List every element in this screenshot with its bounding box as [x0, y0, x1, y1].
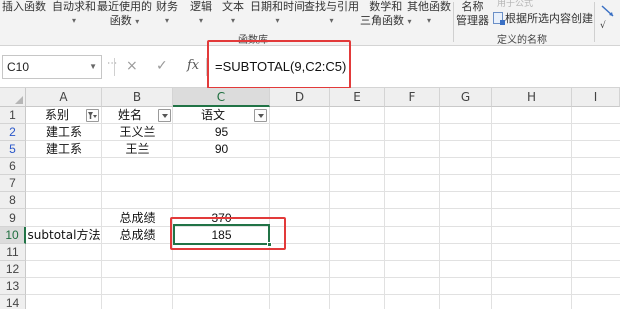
more-functions-label: 其他函数	[407, 0, 451, 13]
text-dropdown-icon: ▾	[230, 16, 235, 25]
create-from-selection-button[interactable]: 根据所选内容创建	[493, 10, 593, 26]
formula-annotation-box	[207, 40, 351, 89]
ribbon-divider	[594, 2, 595, 42]
autosum-label: 自动求和	[52, 0, 96, 13]
cell-a5[interactable]: 建工系	[26, 141, 102, 158]
row-header-10[interactable]: 10	[0, 227, 26, 244]
more-functions-button[interactable]: 其他函数 ▾	[407, 0, 451, 28]
gridline	[26, 191, 620, 192]
autosum-button[interactable]: 自动求和 ▾	[52, 0, 96, 28]
cell-b10[interactable]: 总成绩	[102, 227, 173, 244]
logical-button[interactable]: 逻辑 ▾	[190, 0, 212, 28]
lookup-reference-label: 查找与引用	[304, 0, 359, 13]
column-header-d[interactable]: D	[270, 88, 330, 107]
svg-text:√: √	[600, 20, 606, 30]
date-time-button[interactable]: 日期和时间 ▾	[250, 0, 305, 28]
name-box-dropdown-icon[interactable]: ▼	[89, 56, 97, 78]
column-header-f[interactable]: F	[385, 88, 440, 107]
row-header-11[interactable]: 11	[0, 244, 26, 261]
ribbon-divider	[453, 2, 454, 42]
gridline	[26, 174, 620, 175]
cell-b1[interactable]: 姓名	[102, 107, 158, 124]
row-header-12[interactable]: 12	[0, 261, 26, 278]
cell-a10[interactable]: subtotal方法	[26, 227, 102, 244]
row-header-2[interactable]: 2	[0, 124, 26, 141]
row-header-1[interactable]: 1	[0, 107, 26, 124]
gridline	[26, 294, 620, 295]
logical-label: 逻辑	[190, 0, 212, 13]
gridline	[26, 260, 620, 261]
formula-bar: C10 ▼ ⋮ × ✓ fx =SUBTOTAL(9,C2:C5)	[0, 40, 620, 89]
column-header-i[interactable]: I	[572, 88, 620, 107]
recently-used-label-2: 函数	[109, 14, 132, 27]
financial-label: 财务	[156, 0, 178, 13]
formula-bar-resize-handle[interactable]: ⋮	[106, 58, 117, 67]
select-all-corner[interactable]	[0, 88, 26, 107]
math-trig-label: 数学和	[369, 0, 403, 13]
math-trig-label-2: 三角函数	[360, 14, 404, 27]
filter-dropdown-icon[interactable]	[254, 109, 267, 122]
name-manager-button[interactable]: 名称 管理器	[456, 0, 489, 28]
cancel-icon[interactable]: ×	[126, 58, 138, 74]
logical-dropdown-icon: ▾	[198, 16, 203, 25]
spreadsheet-grid: A B C D E F G H I 1 2 5 6 7 8 9 10 11 12…	[0, 88, 620, 309]
text-label: 文本	[222, 0, 244, 13]
cell-c5[interactable]: 90	[173, 141, 270, 158]
create-from-selection-label: 根据所选内容创建	[505, 12, 593, 25]
financial-button[interactable]: 财务 ▾	[156, 0, 178, 28]
cell-b5[interactable]: 王兰	[102, 141, 173, 158]
row-header-14[interactable]: 14	[0, 295, 26, 309]
row-header-5[interactable]: 5	[0, 141, 26, 158]
cell-a2[interactable]: 建工系	[26, 124, 102, 141]
column-header-e[interactable]: E	[330, 88, 385, 107]
filter-dropdown-icon[interactable]	[158, 109, 171, 122]
name-box[interactable]: C10 ▼	[2, 55, 102, 79]
row-header-9[interactable]: 9	[0, 209, 26, 227]
lookup-reference-button[interactable]: 查找与引用 ▾	[304, 0, 359, 28]
column-header-g[interactable]: G	[440, 88, 492, 107]
text-button[interactable]: 文本 ▾	[222, 0, 244, 28]
filter-applied-icon[interactable]	[86, 109, 99, 122]
row-header-8[interactable]: 8	[0, 192, 26, 209]
more-functions-dropdown-icon: ▾	[426, 16, 431, 25]
name-box-value: C10	[7, 60, 30, 74]
recently-used-button[interactable]: 最近使用的 函数 ▾	[97, 0, 152, 29]
recently-used-dropdown-icon: ▾	[135, 17, 140, 26]
use-in-formula-ghost-label: 用于公式	[497, 0, 534, 9]
trace-precedents-icon[interactable]: √	[598, 0, 620, 31]
name-manager-label: 名称	[461, 0, 484, 13]
math-trig-button[interactable]: 数学和 三角函数 ▾	[360, 0, 412, 29]
lookup-reference-dropdown-icon: ▾	[329, 16, 334, 25]
enter-icon[interactable]: ✓	[156, 58, 168, 74]
defined-names-group-label: 定义的名称	[497, 35, 547, 46]
cell-b2[interactable]: 王义兰	[102, 124, 173, 141]
insert-function-fx-icon[interactable]: fx	[187, 58, 199, 73]
autosum-dropdown-icon: ▾	[71, 16, 76, 25]
column-header-a[interactable]: A	[26, 88, 102, 107]
result-annotation-box	[170, 217, 286, 250]
cell-c1[interactable]: 语文	[173, 107, 253, 124]
recently-used-label: 最近使用的	[97, 0, 152, 13]
column-header-b[interactable]: B	[102, 88, 173, 107]
insert-function-label: 插入函数	[2, 0, 46, 13]
row-header-13[interactable]: 13	[0, 278, 26, 295]
name-manager-label-2: 管理器	[456, 14, 489, 27]
financial-dropdown-icon: ▾	[164, 16, 169, 25]
date-time-label: 日期和时间	[250, 0, 305, 13]
gridline	[26, 277, 620, 278]
column-header-c[interactable]: C	[173, 88, 270, 107]
cell-c2[interactable]: 95	[173, 124, 270, 141]
cell-a1[interactable]: 系别	[26, 107, 88, 124]
cell-b9[interactable]: 总成绩	[102, 209, 173, 227]
column-header-h[interactable]: H	[492, 88, 572, 107]
create-from-selection-icon	[493, 12, 505, 25]
formula-bar-divider	[114, 58, 115, 76]
row-header-7[interactable]: 7	[0, 175, 26, 192]
insert-function-button[interactable]: 插入函数	[2, 0, 46, 14]
date-time-dropdown-icon: ▾	[275, 16, 280, 25]
row-header-6[interactable]: 6	[0, 158, 26, 175]
